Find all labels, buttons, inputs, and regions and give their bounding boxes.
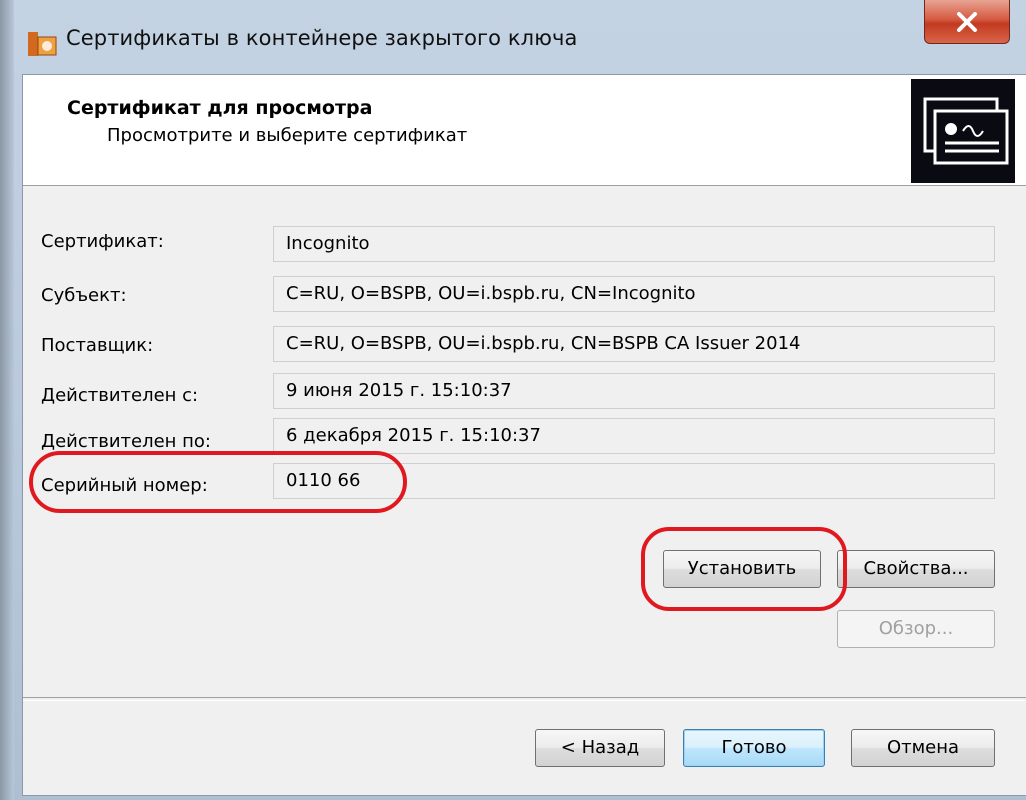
browse-button[interactable]: Обзор... [837,610,995,648]
issuer-value[interactable]: C=RU, O=BSPB, OU=i.bspb.ru, CN=BSPB CA I… [273,326,995,362]
background-shadow [0,0,14,800]
header-title: Сертификат для просмотра [67,97,373,119]
wizard-header: Сертификат для просмотра Просмотрите и в… [23,75,1026,186]
subject-value[interactable]: C=RU, O=BSPB, OU=i.bspb.ru, CN=Incognito [273,276,995,312]
issuer-label: Поставщик: [41,335,154,356]
valid-from-value[interactable]: 9 июня 2015 г. 15:10:37 [273,373,995,409]
dialog-window: Сертификаты в контейнере закрытого ключа… [0,0,1026,800]
certificate-label: Сертификат: [41,231,164,252]
serial-number-highlight [29,451,407,513]
close-icon [957,11,977,32]
properties-button[interactable]: Свойства... [837,550,995,588]
valid-from-label: Действителен с: [41,385,199,406]
subject-label: Субъект: [41,285,127,306]
finish-button[interactable]: Готово [683,729,825,767]
footer-separator [23,697,1026,701]
cryptopro-app-icon [28,32,57,56]
header-subtitle: Просмотрите и выберите сертификат [107,125,468,146]
close-button[interactable] [924,0,1010,44]
certificate-icon [911,79,1015,183]
dialog-body: Сертификат для просмотра Просмотрите и в… [22,74,1026,796]
valid-to-value[interactable]: 6 декабря 2015 г. 15:10:37 [273,418,995,454]
cancel-button[interactable]: Отмена [851,729,995,767]
certificate-value[interactable]: Incognito [273,226,995,262]
window-title: Сертификаты в контейнере закрытого ключа [66,26,578,50]
back-button[interactable]: < Назад [535,729,665,767]
valid-to-label: Действителен по: [41,431,211,452]
install-button-highlight [641,527,847,611]
